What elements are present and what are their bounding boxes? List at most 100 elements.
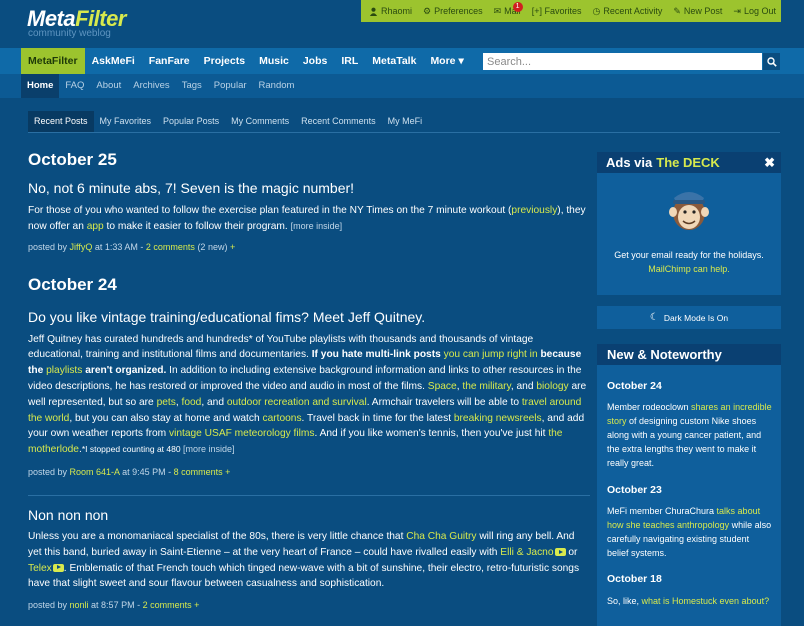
subnav-popular[interactable]: Popular	[208, 74, 253, 98]
post-divider	[28, 494, 590, 496]
author-link[interactable]: JiffyQ	[70, 242, 93, 252]
ad-link[interactable]: MailChimp can help.	[648, 264, 730, 274]
author-link[interactable]: nonli	[70, 600, 89, 610]
post: Non non non Unless you are a monomaniaca…	[28, 507, 590, 610]
post-link[interactable]: Space	[428, 381, 457, 392]
post-title: Non non non	[28, 506, 109, 523]
search-input[interactable]	[483, 53, 762, 70]
deck-link[interactable]: The DECK	[656, 155, 720, 170]
post-list: October 25 No, not 6 minute abs, 7! Seve…	[28, 150, 590, 610]
recent-activity-link[interactable]: ◷ Recent Activity	[592, 6, 662, 17]
tab-recent-comments[interactable]: Recent Comments	[295, 111, 382, 132]
post: No, not 6 minute abs, 7! Seven is the ma…	[28, 180, 590, 252]
favorite-plus-link[interactable]: +	[223, 467, 230, 477]
author-link[interactable]: Room 641-A	[70, 467, 120, 477]
news-item: Member rodeoclown shares an incredible s…	[607, 402, 772, 468]
comments-link[interactable]: 2 comments	[146, 242, 195, 252]
youtube-icon	[52, 563, 64, 572]
ad-header: Ads via The DECK ✖	[597, 152, 781, 173]
favorite-plus-link[interactable]: +	[230, 242, 235, 252]
more-inside-link[interactable]: [more inside]	[291, 221, 343, 231]
post-link[interactable]: you can jump right in	[444, 349, 538, 360]
subnav-tags[interactable]: Tags	[176, 74, 208, 98]
post-meta: posted by JiffyQ at 1:33 AM - 2 comments…	[28, 241, 236, 252]
post-body: Jeff Quitney has curated hundreds and hu…	[28, 333, 587, 456]
post-link[interactable]: biology	[536, 381, 568, 392]
moon-icon: ☾	[649, 312, 659, 323]
logout-icon: ⇥	[733, 5, 741, 16]
nav-irl[interactable]: IRL	[334, 48, 365, 74]
post-link[interactable]: playlists	[46, 365, 82, 376]
nav-fanfare[interactable]: FanFare	[142, 48, 197, 74]
post-link[interactable]: Cha Cha Guitry	[406, 531, 476, 542]
mail-link[interactable]: ✉ Mail 1	[493, 1, 523, 17]
user-link[interactable]: Rhaomi	[369, 6, 412, 16]
new-post-link[interactable]: ✎ New Post	[673, 6, 722, 17]
subnav-archives[interactable]: Archives	[127, 74, 175, 98]
post-link[interactable]: food	[182, 397, 202, 408]
nav-more[interactable]: More ▾	[423, 48, 470, 74]
site-header: MetaFilter community weblog Rhaomi ⚙ Pre…	[0, 0, 804, 48]
post-link[interactable]: previously	[511, 205, 557, 216]
news-link[interactable]: what is Homestuck even about?	[642, 596, 770, 606]
post-link[interactable]: cartoons	[262, 413, 301, 424]
favorite-plus-link[interactable]: +	[192, 600, 199, 610]
mail-badge: 1	[512, 1, 523, 12]
comments-link[interactable]: 8 comments	[174, 467, 223, 477]
post-link[interactable]: breaking newsreels	[454, 413, 542, 424]
tab-my-mefi[interactable]: My MeFi	[382, 111, 429, 132]
tab-recent-posts[interactable]: Recent Posts	[28, 111, 94, 132]
subnav-faq[interactable]: FAQ	[59, 74, 90, 98]
nav-metatalk[interactable]: MetaTalk	[365, 48, 423, 74]
post-title: No, not 6 minute abs, 7! Seven is the ma…	[28, 180, 355, 196]
post: Do you like vintage training/educational…	[28, 309, 590, 477]
pencil-icon: ✎	[673, 5, 681, 16]
nav-metafilter[interactable]: MetaFilter	[21, 48, 85, 74]
user-icon	[369, 7, 378, 16]
post-link[interactable]: outdoor recreation and survival	[227, 397, 367, 408]
post-link[interactable]: the military	[462, 381, 511, 392]
tab-my-comments[interactable]: My Comments	[225, 111, 295, 132]
subnav-about[interactable]: About	[90, 74, 127, 98]
preferences-link[interactable]: ⚙ Preferences	[423, 6, 483, 17]
tab-my-favorites[interactable]: My Favorites	[94, 111, 158, 132]
mailchimp-logo[interactable]	[664, 182, 714, 234]
favorites-link[interactable]: [+] Favorites	[532, 6, 582, 16]
post-link[interactable]: Telex	[28, 563, 52, 574]
post-title: Do you like vintage training/educational…	[28, 308, 426, 325]
news-item: MeFi member ChuraChura talks about how s…	[607, 506, 772, 558]
ad-box: Ads via The DECK ✖ Get your email ready f…	[597, 152, 781, 295]
nav-askmefi[interactable]: AskMeFi	[85, 48, 142, 74]
comments-link[interactable]: 2 comments	[143, 600, 192, 610]
tab-popular-posts[interactable]: Popular Posts	[157, 111, 225, 132]
nav-jobs[interactable]: Jobs	[296, 48, 335, 74]
logo-subtitle: community weblog	[28, 28, 111, 39]
date-heading: October 25	[28, 150, 117, 169]
youtube-icon	[554, 548, 566, 557]
post-link[interactable]: Elli & Jacno	[500, 547, 553, 558]
post-link[interactable]: pets	[157, 397, 176, 408]
mail-icon: ✉	[493, 5, 502, 16]
user-bar: Rhaomi ⚙ Preferences ✉ Mail 1 [+] Favori…	[361, 0, 781, 22]
post-link[interactable]: app	[87, 221, 104, 232]
sub-nav: Home FAQ About Archives Tags Popular Ran…	[0, 74, 804, 98]
news-item: So, like, what is Homestuck even about?	[607, 596, 770, 606]
more-inside-link[interactable]: [more inside]	[183, 444, 235, 454]
tabs-divider	[28, 132, 780, 133]
search-button[interactable]	[763, 53, 780, 70]
post-body: For those of you who wanted to follow th…	[28, 205, 586, 232]
subnav-random[interactable]: Random	[253, 74, 301, 98]
ad-text: Get your email ready for the holidays. M…	[614, 250, 764, 274]
post-meta: posted by Room 641-A at 9:45 PM - 8 comm…	[28, 466, 231, 477]
logout-link[interactable]: ⇥ Log Out	[733, 6, 776, 17]
post-link[interactable]: vintage USAF meteorology films	[169, 428, 315, 439]
dark-mode-toggle[interactable]: ☾ Dark Mode Is On	[597, 306, 781, 329]
nav-projects[interactable]: Projects	[197, 48, 252, 74]
close-icon[interactable]: ✖	[764, 155, 775, 171]
new-and-noteworthy: New & Noteworthy October 24 Member rodeo…	[597, 344, 781, 626]
subnav-home[interactable]: Home	[21, 74, 60, 98]
date-heading: October 24	[28, 274, 117, 294]
nav-music[interactable]: Music	[252, 48, 296, 74]
search-icon	[766, 56, 777, 67]
post-meta: posted by nonli at 8:57 PM - 2 comments …	[28, 600, 200, 611]
